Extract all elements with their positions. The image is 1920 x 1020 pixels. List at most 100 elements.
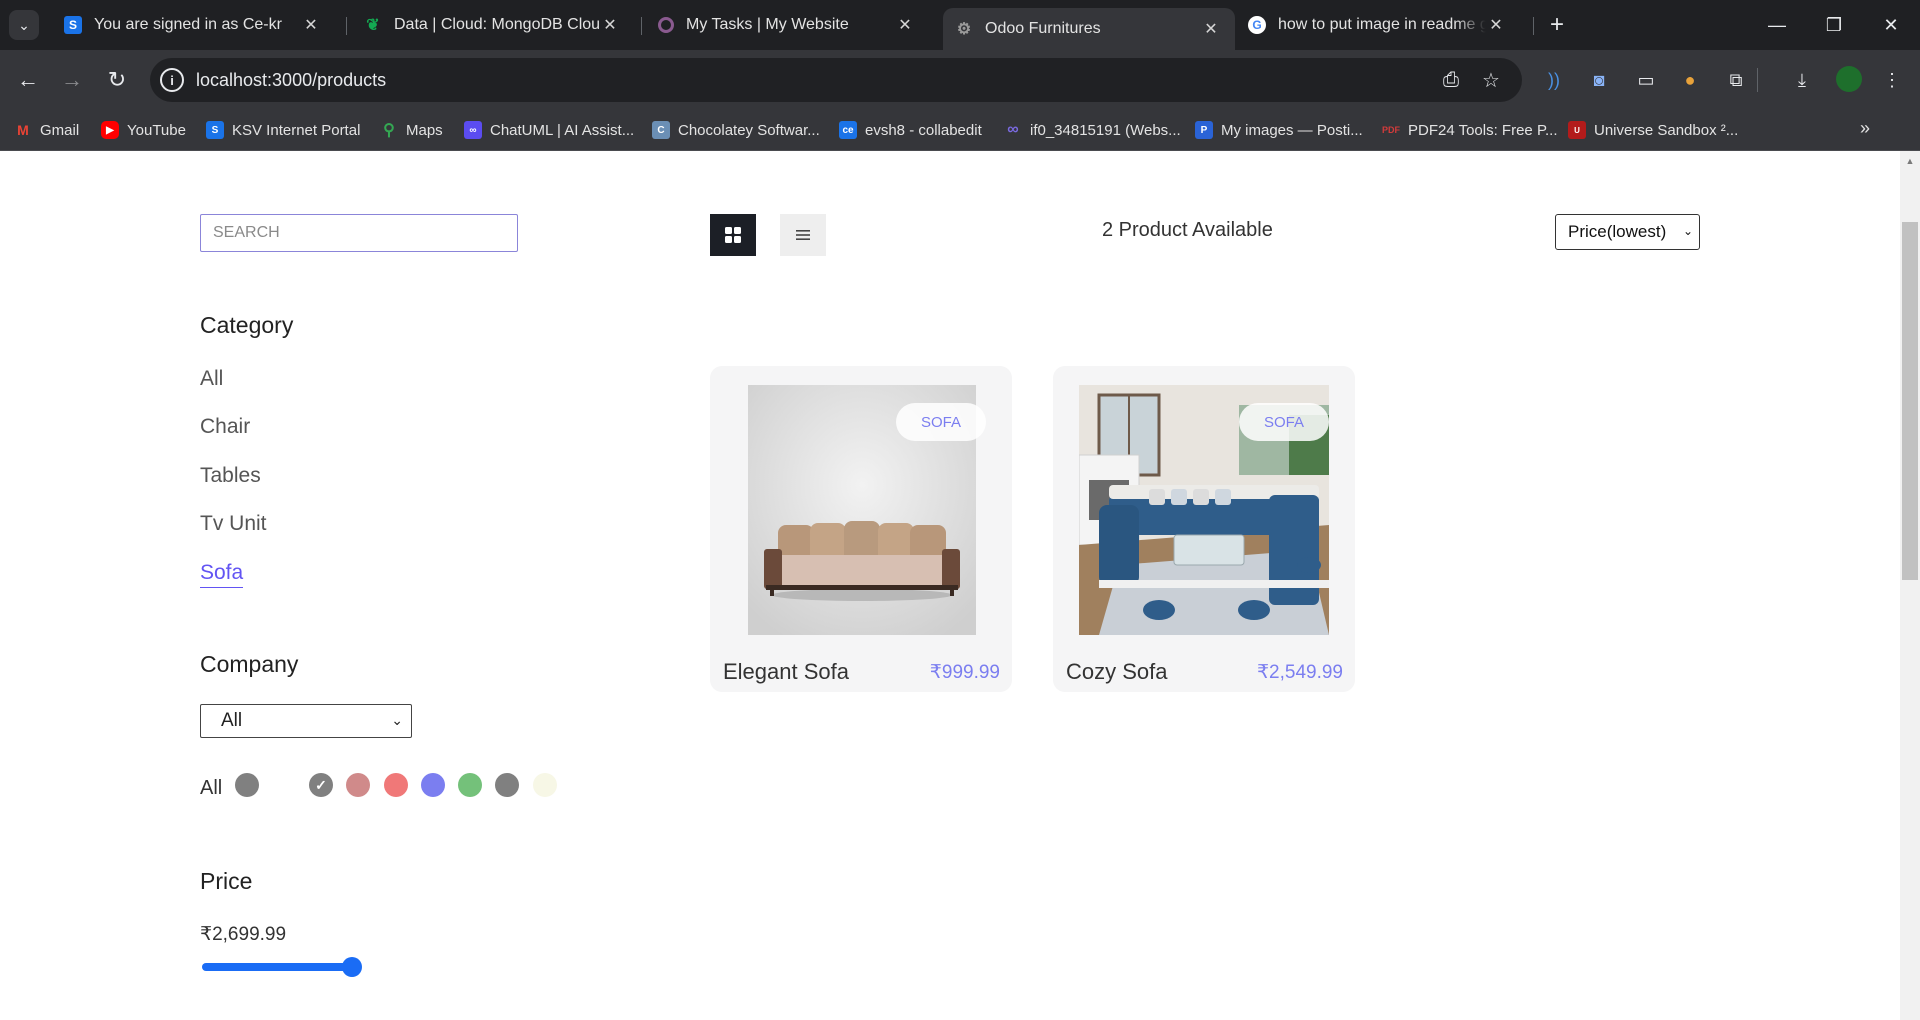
bookmark-youtube[interactable]: ▶ YouTube (101, 116, 186, 144)
category-tables[interactable]: Tables (200, 464, 261, 488)
gmail-icon: M (17, 122, 29, 138)
sort-select[interactable]: Price(lowest) ⌄ (1555, 214, 1700, 250)
google-icon: G (1248, 16, 1266, 34)
chocolatey-icon: C (652, 121, 670, 139)
product-price: ₹2,549.99 (1256, 662, 1343, 683)
color-swatch[interactable] (384, 773, 408, 797)
site-info-icon[interactable]: i (160, 68, 184, 92)
bookmark-pdf24[interactable]: PDF PDF24 Tools: Free P... (1382, 116, 1558, 144)
collabedit-icon: ce (839, 121, 857, 139)
bookmark-webhost[interactable]: ∞ if0_34815191 (Webs... (1004, 116, 1181, 144)
list-view-button[interactable] (780, 214, 826, 256)
restore-button[interactable]: ❐ (1812, 8, 1856, 42)
price-slider-thumb[interactable] (342, 957, 362, 977)
tab-divider (346, 17, 347, 35)
extensions-puzzle-icon[interactable]: ⧉ (1722, 67, 1750, 93)
category-sofa[interactable]: Sofa (200, 561, 244, 588)
minimize-icon: — (1768, 14, 1786, 35)
close-icon[interactable]: ✕ (1201, 19, 1221, 39)
grid-icon (725, 227, 741, 243)
close-icon[interactable]: ✕ (600, 15, 620, 35)
tab-signed-in[interactable]: S You are signed in as Ce-kr ✕ (52, 8, 335, 42)
more-bookmarks-icon[interactable]: » (1860, 118, 1870, 139)
forward-button[interactable]: → (56, 64, 88, 96)
download-icon[interactable]: ⤓ (1788, 67, 1816, 93)
new-tab-button[interactable]: + (1542, 10, 1572, 40)
tab-strip: ⌄ S You are signed in as Ce-kr ✕ ❦ Data … (0, 0, 1920, 50)
product-card[interactable]: SOFA Elegant Sofa ₹999.99 (710, 366, 1012, 692)
pdf24-icon: PDF (1382, 125, 1400, 135)
chatuml-icon: ∞ (464, 121, 482, 139)
close-icon: ✕ (1883, 14, 1899, 35)
price-slider-track[interactable] (202, 963, 352, 971)
install-app-icon[interactable]: ⎙ (1438, 68, 1464, 92)
tab-google-search[interactable]: G how to put image in readme gi ✕ (1236, 8, 1520, 42)
address-bar[interactable]: i localhost:3000/products ⎙ ☆ (150, 58, 1522, 102)
screen-capture-extension-icon[interactable]: ◙ (1585, 67, 1613, 93)
chevron-down-icon: ⌄ (1682, 224, 1693, 238)
minimize-button[interactable]: — (1755, 8, 1799, 42)
bookmark-maps[interactable]: ⚲ Maps (380, 116, 443, 144)
maps-pin-icon: ⚲ (383, 122, 395, 139)
mongodb-leaf-icon: ❦ (366, 17, 380, 34)
tab-odoo-furnitures[interactable]: ⚙ Odoo Furnitures ✕ (943, 8, 1235, 50)
close-window-button[interactable]: ✕ (1869, 8, 1913, 42)
color-swatch[interactable] (458, 773, 482, 797)
company-selected-value: All (221, 710, 243, 731)
bookmark-universe-sandbox[interactable]: U Universe Sandbox ²... (1568, 116, 1738, 144)
scrollbar-thumb[interactable] (1902, 222, 1918, 580)
scroll-up-arrow-icon[interactable]: ▲ (1900, 153, 1920, 169)
tab-title: Data | Cloud: MongoDB Cloud (394, 16, 600, 33)
reload-button[interactable]: ↻ (101, 64, 133, 96)
category-all[interactable]: All (200, 367, 223, 391)
color-swatch[interactable]: ✓ (309, 773, 333, 797)
tab-mongodb[interactable]: ❦ Data | Cloud: MongoDB Cloud ✕ (352, 8, 634, 42)
cookie-extension-icon[interactable]: ● (1676, 67, 1704, 93)
star-icon[interactable]: ☆ (1478, 68, 1504, 92)
bookmark-label: if0_34815191 (Webs... (1030, 121, 1181, 139)
tab-title: My Tasks | My Website (686, 16, 849, 33)
color-swatch[interactable] (495, 773, 519, 797)
bookmark-label: Universe Sandbox ²... (1594, 121, 1739, 139)
plus-icon: + (1549, 11, 1564, 38)
color-swatch[interactable] (533, 773, 557, 797)
company-select[interactable]: All ⌄ (200, 704, 412, 738)
color-filter-all[interactable]: All (200, 777, 222, 800)
profile-avatar[interactable] (1836, 66, 1862, 92)
infinity-icon: ∞ (1007, 121, 1019, 138)
tab-search-button[interactable]: ⌄ (9, 10, 39, 40)
color-swatch[interactable] (346, 773, 370, 797)
bookmark-ksv[interactable]: S KSV Internet Portal (206, 116, 360, 144)
tab-divider (641, 17, 642, 35)
bookmark-chatuml[interactable]: ∞ ChatUML | AI Assist... (464, 116, 634, 144)
close-icon[interactable]: ✕ (301, 15, 321, 35)
close-icon[interactable]: ✕ (895, 15, 915, 35)
page-viewport: Category All Chair Tables Tv Unit Sofa C… (0, 151, 1900, 1020)
tab-my-tasks[interactable]: My Tasks | My Website ✕ (646, 8, 929, 42)
grid-view-button[interactable] (710, 214, 756, 256)
search-input[interactable] (200, 214, 518, 252)
bookmark-postimages[interactable]: P My images — Posti... (1195, 116, 1363, 144)
wifi-extension-icon[interactable]: )) (1540, 67, 1568, 93)
url-text[interactable]: localhost:3000/products (196, 70, 386, 91)
bookmarks-bar: M Gmail ▶ YouTube S KSV Internet Portal ⚲ Ma… (0, 110, 1920, 151)
kebab-menu-icon[interactable]: ⋮ (1878, 67, 1906, 93)
close-icon[interactable]: ✕ (1486, 15, 1506, 35)
bookmark-gmail[interactable]: M Gmail (14, 116, 79, 144)
color-swatch[interactable] (421, 773, 445, 797)
youtube-icon: ▶ (101, 121, 119, 139)
bookmark-chocolatey[interactable]: C Chocolatey Softwar... (652, 116, 820, 144)
back-button[interactable]: ← (12, 64, 44, 96)
category-tv-unit[interactable]: Tv Unit (200, 512, 267, 536)
bookmark-collabedit[interactable]: ce evsh8 - collabedit (839, 116, 982, 144)
tab-divider (1533, 17, 1534, 35)
product-card[interactable]: SOFA Cozy Sofa ₹2,549.99 (1053, 366, 1355, 692)
bookmark-label: My images — Posti... (1221, 121, 1363, 139)
ring-icon (658, 17, 674, 33)
color-swatch[interactable] (235, 773, 259, 797)
window-extension-icon[interactable]: ▭ (1632, 67, 1660, 93)
react-icon: ⚙ (956, 21, 972, 38)
product-name: Cozy Sofa (1066, 659, 1168, 684)
category-chair[interactable]: Chair (200, 415, 250, 439)
category-tag: SOFA (896, 403, 986, 441)
